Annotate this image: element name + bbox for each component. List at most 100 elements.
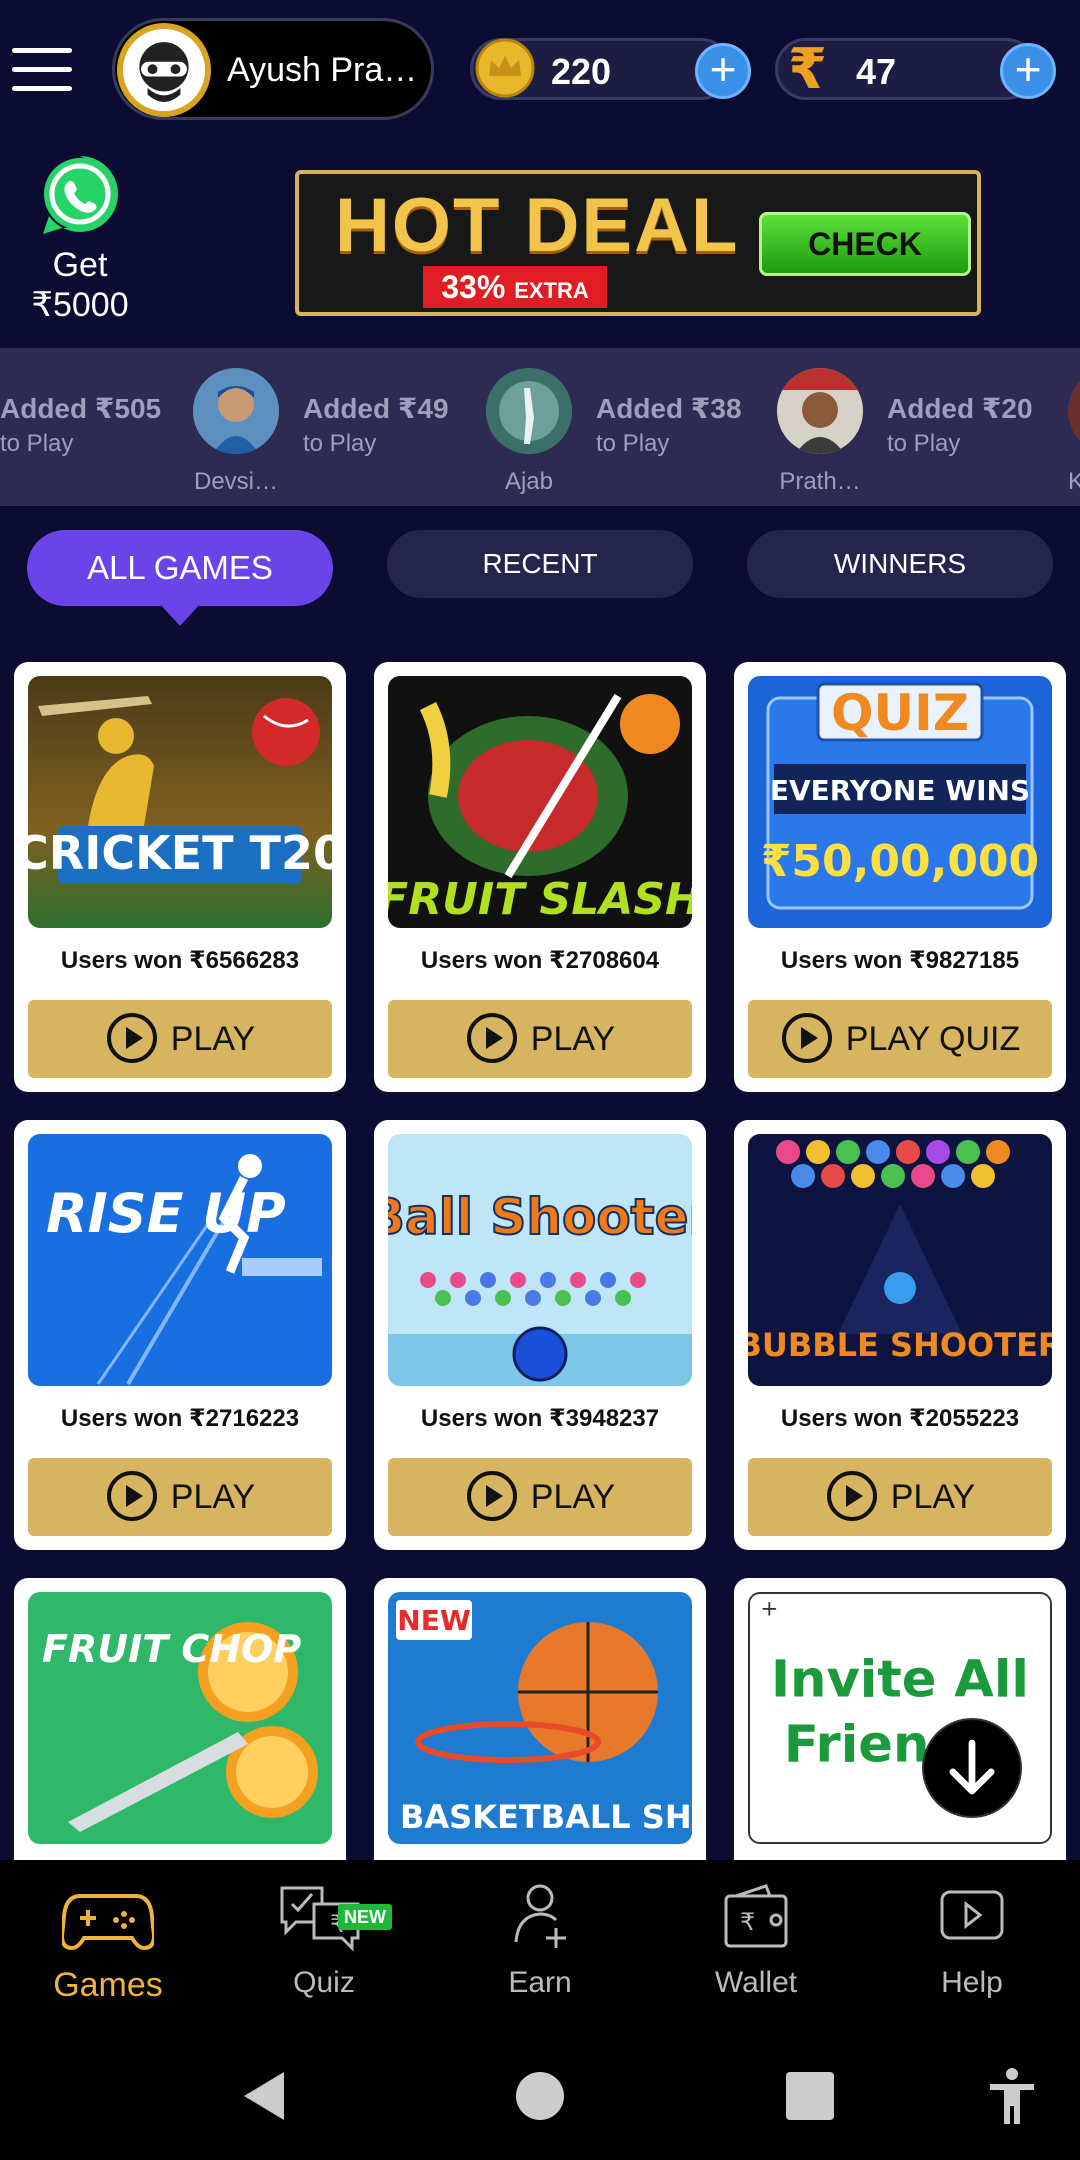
play-circle-icon	[106, 1471, 157, 1522]
play-label: PLAY QUIZ	[845, 1020, 1021, 1058]
hamburger-menu-icon[interactable]	[12, 48, 72, 94]
tab-recent[interactable]: RECENT	[387, 530, 693, 598]
play-circle-icon	[826, 1471, 877, 1522]
ball-shooter-title: Ball Shooter	[388, 1188, 692, 1246]
extra-label: EXTRA	[514, 278, 589, 303]
home-icon[interactable]	[510, 2066, 570, 2126]
ticker-amount: Added ₹38	[596, 393, 742, 424]
game-card-cricket[interactable]: CRICKET T20 Users won ₹6566283 PLAY	[14, 662, 346, 1092]
cricket-thumbnail[interactable]: CRICKET T20	[28, 676, 332, 928]
play-label: PLAY	[530, 1020, 616, 1058]
bottom-navigation: Games ₹ NEW Quiz Earn ₹ Wallet	[0, 1860, 1080, 2030]
basketball-thumbnail[interactable]: NEW BASKETBALL SHOTS	[388, 1592, 692, 1844]
fruit-slash-thumbnail[interactable]: FRUIT SLASH	[388, 676, 692, 928]
play-circle-icon	[466, 1013, 517, 1064]
profile-button[interactable]: Ayush Pra…	[112, 18, 434, 120]
users-won: Users won ₹2716223	[60, 1405, 300, 1432]
game-card-fruit-slash[interactable]: FRUIT SLASH Users won ₹2708604 PLAY	[374, 662, 706, 1092]
play-fruit-slash-button[interactable]: PLAY	[388, 1000, 692, 1078]
hot-deal-banner[interactable]: HOT DEAL 33% EXTRA CHECK	[295, 170, 981, 316]
recents-icon[interactable]	[780, 2066, 840, 2126]
nav-wallet[interactable]: ₹ Wallet	[648, 1860, 864, 2030]
play-circle-icon	[466, 1471, 517, 1522]
cash-value: 47	[856, 51, 897, 92]
quiz-title: QUIZ	[831, 684, 969, 742]
nav-quiz[interactable]: ₹ NEW Quiz	[216, 1860, 432, 2030]
back-icon[interactable]	[236, 2066, 296, 2126]
fruit-chop-thumbnail[interactable]: FRUIT CHOP	[28, 1592, 332, 1844]
play-ball-shooter-button[interactable]: PLAY	[388, 1458, 692, 1536]
fruit-slash-title: FRUIT SLASH	[388, 874, 692, 925]
users-won: Users won ₹2055223	[780, 1405, 1020, 1432]
ticker-name: K	[1068, 468, 1080, 495]
nav-earn[interactable]: Earn	[432, 1860, 648, 2030]
ticker-avatar	[1068, 368, 1080, 454]
bubble-shooter-thumbnail[interactable]: BUBBLE SHOOTER	[748, 1134, 1052, 1386]
new-badge: NEW	[397, 1604, 471, 1637]
tab-pointer	[160, 604, 200, 626]
game-card-quiz[interactable]: QUIZ EVERYONE WINS ₹50,00,000 Users won …	[734, 662, 1066, 1092]
nav-help[interactable]: Help	[864, 1860, 1080, 2030]
play-label: PLAY	[530, 1478, 616, 1516]
coins-balance[interactable]: 220 +	[470, 38, 751, 100]
system-navigation-bar	[0, 2030, 1080, 2160]
add-user-icon	[514, 1884, 566, 1948]
accessibility-icon[interactable]	[982, 2066, 1042, 2126]
scroll-down-button[interactable]	[922, 1718, 1022, 1818]
cash-balance[interactable]: ₹ 47 +	[775, 37, 1056, 100]
game-card-rise-up[interactable]: RISE UP Users won ₹2716223 PLAY	[14, 1120, 346, 1550]
game-card-bubble-shooter[interactable]: BUBBLE SHOOTER Users won ₹2055223 PLAY	[734, 1120, 1066, 1550]
play-video-icon	[940, 1890, 1004, 1940]
avatar	[117, 23, 211, 117]
whatsapp-line1: Get	[52, 246, 108, 284]
game-card-fruit-chop[interactable]: FRUIT CHOP	[14, 1578, 346, 1860]
ticker-sub: to Play	[0, 430, 74, 457]
svg-text:+: +	[760, 1597, 778, 1622]
ticker-sub: to Play	[596, 430, 670, 457]
new-badge: NEW	[338, 1904, 392, 1930]
play-bubble-shooter-button[interactable]: PLAY	[748, 1458, 1052, 1536]
extra-badge: 33% EXTRA	[423, 266, 607, 308]
add-cash-button[interactable]: +	[1000, 43, 1056, 99]
play-circle-icon	[106, 1013, 157, 1064]
svg-text:₹: ₹	[740, 1908, 755, 1936]
rise-up-thumbnail[interactable]: RISE UP	[28, 1134, 332, 1386]
wallet-icon: ₹	[724, 1884, 788, 1948]
game-card-basketball[interactable]: NEW BASKETBALL SHOTS	[374, 1578, 706, 1860]
tab-all-games[interactable]: ALL GAMES	[27, 530, 333, 606]
play-rise-up-button[interactable]: PLAY	[28, 1458, 332, 1536]
play-label: PLAY	[170, 1020, 256, 1058]
play-label: PLAY	[890, 1478, 976, 1516]
ticker-avatar	[777, 368, 863, 454]
play-cricket-button[interactable]: PLAY	[28, 1000, 332, 1078]
ticker-avatar	[486, 368, 572, 454]
whatsapp-icon	[43, 156, 118, 234]
ball-shooter-thumbnail[interactable]: Ball Shooter	[388, 1134, 692, 1386]
play-quiz-button[interactable]: PLAY QUIZ	[748, 1000, 1052, 1078]
ticker-avatar	[193, 368, 279, 454]
invite-title-line1: Invite All	[771, 1650, 1029, 1709]
crown-coin-icon	[475, 38, 535, 98]
games-grid: CRICKET T20 Users won ₹6566283 PLAY FRUI…	[0, 660, 1080, 1860]
rise-up-title: RISE UP	[46, 1182, 286, 1245]
tab-winners[interactable]: WINNERS	[747, 530, 1053, 598]
users-won: Users won ₹3948237	[420, 1405, 660, 1432]
ticker-sub: to Play	[887, 430, 961, 457]
nav-label: Earn	[508, 1966, 572, 1999]
nav-label: Quiz	[293, 1966, 355, 1999]
nav-label: Help	[941, 1966, 1003, 1999]
cricket-title: CRICKET T20	[28, 826, 332, 880]
quiz-prize: ₹50,00,000	[761, 836, 1039, 887]
game-card-invite-friends[interactable]: + Invite All Frien	[734, 1578, 1066, 1860]
hot-deal-title: HOT DEAL	[335, 183, 740, 268]
add-coins-button[interactable]: +	[695, 43, 751, 99]
quiz-thumbnail[interactable]: QUIZ EVERYONE WINS ₹50,00,000	[748, 676, 1052, 928]
game-card-ball-shooter[interactable]: Ball Shooter Users won ₹3948237 PLAY	[374, 1120, 706, 1550]
nav-label: Games	[53, 1966, 163, 2004]
ticker-name: Devsi…	[193, 468, 278, 495]
ticker-sub: to Play	[303, 430, 377, 457]
check-button[interactable]: CHECK	[759, 212, 971, 276]
nav-games[interactable]: Games	[0, 1860, 216, 2030]
whatsapp-promo[interactable]: Get ₹5000	[20, 150, 140, 325]
basketball-title: BASKETBALL SHOTS	[400, 1798, 692, 1836]
